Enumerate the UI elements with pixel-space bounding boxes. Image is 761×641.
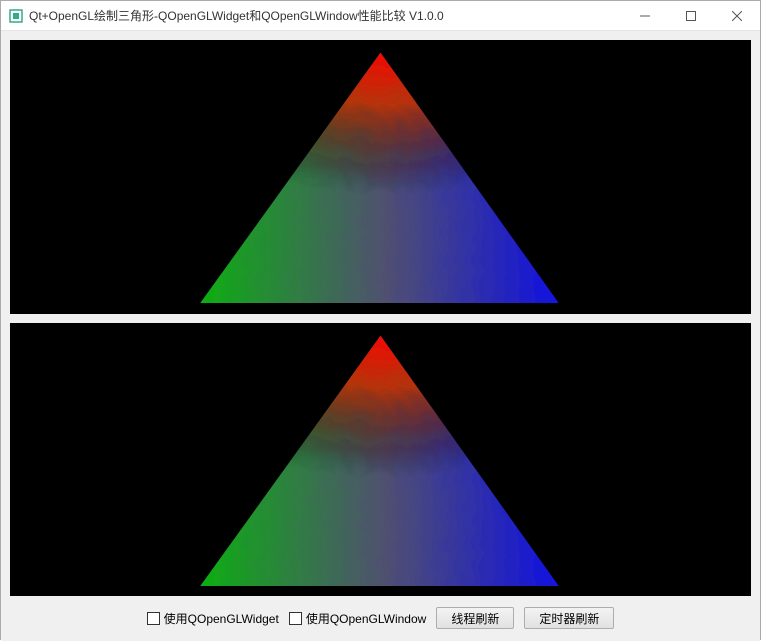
checkbox-use-qopenglwidget[interactable]: 使用QOpenGLWidget xyxy=(147,610,279,627)
checkbox-label: 使用QOpenGLWidget xyxy=(164,610,279,627)
checkbox-use-qopenglwindow[interactable]: 使用QOpenGLWindow xyxy=(289,610,427,627)
close-button[interactable] xyxy=(714,1,760,31)
bottom-toolbar: 使用QOpenGLWidget 使用QOpenGLWindow 线程刷新 定时器… xyxy=(10,604,751,632)
client-area: 使用QOpenGLWidget 使用QOpenGLWindow 线程刷新 定时器… xyxy=(1,31,760,641)
timer-refresh-button[interactable]: 定时器刷新 xyxy=(524,607,614,629)
title-bar: Qt+OpenGL绘制三角形-QOpenGLWidget和QOpenGLWind… xyxy=(1,1,760,31)
window-title: Qt+OpenGL绘制三角形-QOpenGLWidget和QOpenGLWind… xyxy=(29,7,444,24)
app-icon xyxy=(9,9,23,23)
canvas-area xyxy=(10,40,751,596)
maximize-button[interactable] xyxy=(668,1,714,31)
window-controls xyxy=(622,1,760,31)
thread-refresh-button[interactable]: 线程刷新 xyxy=(436,607,514,629)
opengl-canvas-top xyxy=(10,40,751,314)
checkbox-box-icon xyxy=(147,612,160,625)
opengl-canvas-bottom xyxy=(10,323,751,597)
checkbox-box-icon xyxy=(289,612,302,625)
minimize-button[interactable] xyxy=(622,1,668,31)
checkbox-label: 使用QOpenGLWindow xyxy=(306,610,427,627)
